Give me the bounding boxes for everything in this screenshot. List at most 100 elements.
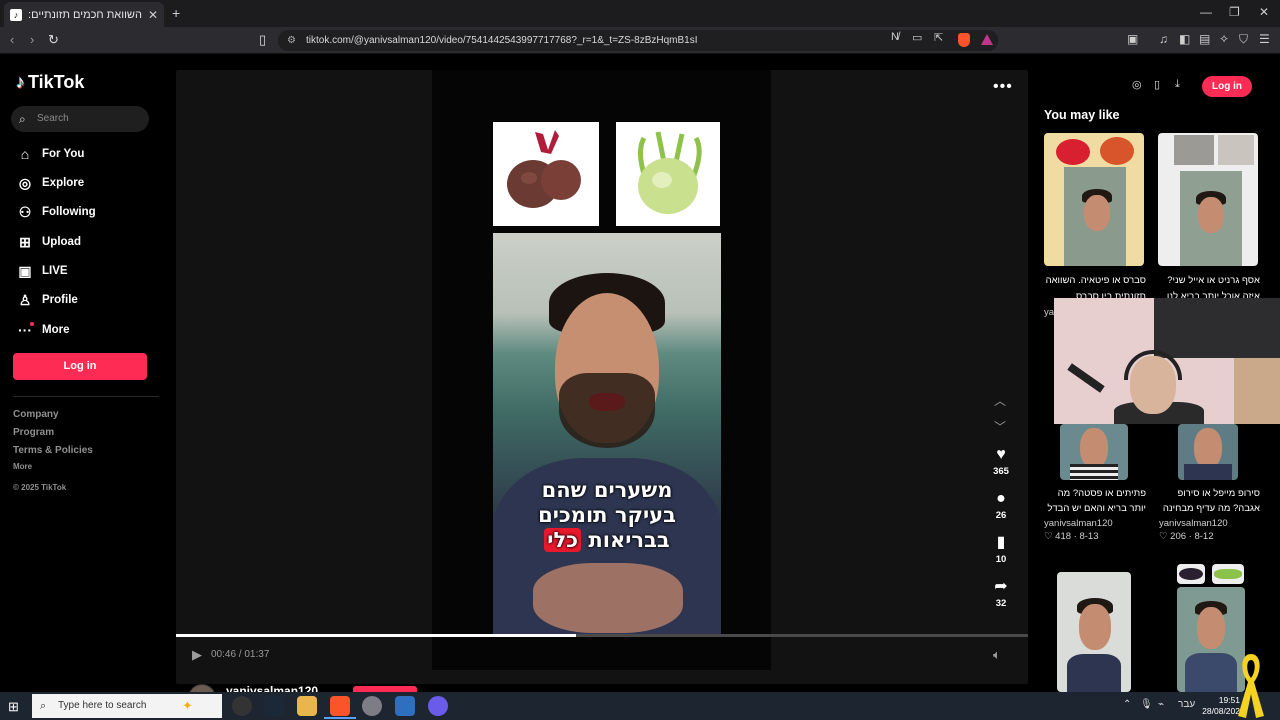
language-indicator[interactable]: עבר [1178, 699, 1195, 710]
brave-icon[interactable] [330, 696, 350, 716]
login-button[interactable]: Log in [13, 353, 147, 380]
previous-video-icon[interactable]: ︿ [994, 392, 1006, 409]
video-thumbnail[interactable] [1057, 572, 1131, 692]
nav-explore[interactable]: ◎ Explore [16, 173, 84, 193]
tab-title: השוואת חכמים תזונתיים: קולורבי [28, 8, 142, 21]
sidebar-icon[interactable]: ◧ [1179, 32, 1190, 46]
windows-start-icon[interactable]: ⊞ [8, 699, 19, 715]
footer-terms[interactable]: Terms & Policies [13, 445, 93, 456]
video-thumbnail[interactable] [1158, 133, 1258, 266]
nav-upload[interactable]: ⊞ Upload [16, 232, 81, 252]
search-input[interactable]: ⌕ Search [11, 106, 149, 132]
nav-label: For You [42, 148, 85, 160]
restore-icon[interactable]: ❐ [1229, 5, 1240, 19]
nav-profile[interactable]: ♙ Profile [16, 290, 78, 310]
copyright: © 2025 TikTok [13, 483, 67, 492]
steam-icon[interactable] [264, 696, 284, 716]
compass-icon: ◎ [18, 174, 32, 191]
person-photo [1174, 135, 1214, 165]
app-icon[interactable] [395, 696, 415, 716]
app-icon[interactable] [428, 696, 448, 716]
play-icon[interactable]: ▶ [192, 647, 202, 663]
nav-label: Following [42, 206, 96, 218]
no-translate-icon[interactable]: N̸ [891, 31, 899, 43]
bookmark-icon[interactable]: ▯ [259, 32, 266, 48]
file-explorer-icon[interactable] [297, 696, 317, 716]
progress-bar[interactable] [176, 634, 1028, 637]
cast-icon[interactable]: ▭ [912, 31, 922, 44]
volume-icon[interactable]: 🔈︎ [993, 647, 1001, 663]
coin-icon[interactable]: ◎ [1132, 78, 1142, 91]
card-title[interactable]: אסף גרניט או אייל שני? [1158, 273, 1260, 288]
nav-following[interactable]: ⚇ Following [16, 202, 96, 222]
microphone-icon[interactable]: 🎙︎ [1140, 699, 1153, 710]
card-user[interactable]: yanivsalman120 [1044, 518, 1113, 529]
like-button[interactable]: ♥ 365 [988, 446, 1014, 477]
search-placeholder: Type here to search [58, 700, 147, 711]
card-title[interactable]: סירופ מייפל או סירופ [1158, 486, 1260, 501]
app-icon[interactable] [362, 696, 382, 716]
reload-icon[interactable]: ↻ [48, 32, 59, 48]
heart-icon: ♡ [1044, 531, 1053, 542]
card-user[interactable]: ya [1044, 307, 1054, 318]
app-icon[interactable] [232, 696, 252, 716]
forward-icon[interactable]: › [30, 32, 34, 47]
taskbar-search-input[interactable]: ⌕ Type here to search ✦ [32, 694, 222, 718]
caption-line: משערים שהם [541, 478, 673, 502]
notification-dot [30, 322, 34, 326]
nav-live[interactable]: ▣ LIVE [16, 261, 67, 281]
tiktok-logo[interactable]: ♪ TikTok [16, 72, 84, 93]
share-button[interactable]: ➦ 32 [988, 578, 1014, 609]
close-tab-icon[interactable]: ✕ [148, 8, 158, 22]
nav-for-you[interactable]: ⌂ For You [16, 144, 85, 164]
speaker-face [1197, 607, 1225, 649]
footer-program[interactable]: Program [13, 427, 54, 438]
footer-more[interactable]: More [13, 462, 32, 471]
video-thumbnail[interactable] [1178, 424, 1238, 480]
video-thumbnail[interactable] [1044, 133, 1144, 266]
brave-shields-icon[interactable] [958, 33, 970, 47]
progress-fill [176, 634, 577, 637]
share-icon[interactable]: ⇱ [934, 31, 943, 44]
reader-icon[interactable]: ▣ [1127, 32, 1138, 46]
url-input[interactable]: ⚙ tiktok.com/@yanivsalman120/video/75414… [278, 30, 998, 51]
card-title-line2[interactable]: אגבה? מה עדיף מבחינה [1158, 501, 1260, 516]
media-icon[interactable]: ♫ [1159, 32, 1168, 46]
brave-rewards-icon[interactable] [981, 34, 993, 45]
speaker-hands [533, 563, 683, 633]
video-player[interactable]: משערים שהם בעיקר תומכים בבריאות כלי ••• … [176, 70, 1028, 684]
next-video-icon[interactable]: ﹀ [994, 418, 1006, 435]
device-icon[interactable]: ▯ [1154, 78, 1160, 91]
browser-tab[interactable]: ♪ השוואת חכמים תזונתיים: קולורבי ✕ [4, 2, 164, 27]
tiktok-icon: ♪ [16, 72, 25, 92]
speaker-shirt [1185, 653, 1237, 692]
site-info-icon[interactable]: ⚙ [287, 30, 296, 51]
comment-button[interactable]: ● 26 [988, 490, 1014, 521]
more-options-icon[interactable]: ••• [993, 78, 1013, 96]
save-button[interactable]: ▮ 10 [988, 534, 1014, 565]
eggplant-image [1177, 564, 1205, 584]
network-icon[interactable]: ⌁ [1158, 699, 1164, 710]
active-app-indicator [324, 717, 356, 719]
video-thumbnail[interactable] [1060, 424, 1128, 480]
card-stats: ♡ 418 · 8-13 [1044, 531, 1099, 542]
menu-icon[interactable]: ☰ [1259, 32, 1270, 46]
back-icon[interactable]: ‹ [10, 32, 14, 47]
nav-more[interactable]: ··· More [16, 320, 69, 340]
card-title[interactable]: סברס או פיטאיה. השוואה [1044, 273, 1146, 288]
vpn-icon[interactable]: ⛉ [1239, 32, 1248, 47]
card-title[interactable]: פתיתים או פסטה? מה [1044, 486, 1146, 501]
card-user[interactable]: yanivsalman120 [1159, 518, 1228, 529]
new-tab-button[interactable]: + [172, 5, 180, 21]
minimize-icon[interactable]: — [1200, 5, 1212, 19]
footer-company[interactable]: Company [13, 409, 59, 420]
leo-ai-icon[interactable]: ✧ [1219, 32, 1229, 46]
video-caption: משערים שהם בעיקר תומכים בבריאות כלי [493, 478, 721, 553]
card-title-line2[interactable]: יותר בריא והאם יש הבדל [1044, 501, 1146, 516]
wallet-icon[interactable]: ▤ [1199, 32, 1210, 46]
login-button[interactable]: Log in [1202, 76, 1252, 97]
download-icon[interactable]: ⤓ [1175, 78, 1180, 91]
search-highlight-icon: ✦ [182, 698, 193, 713]
close-window-icon[interactable]: ✕ [1259, 5, 1269, 19]
tray-chevron-icon[interactable]: ⌃ [1123, 699, 1131, 710]
